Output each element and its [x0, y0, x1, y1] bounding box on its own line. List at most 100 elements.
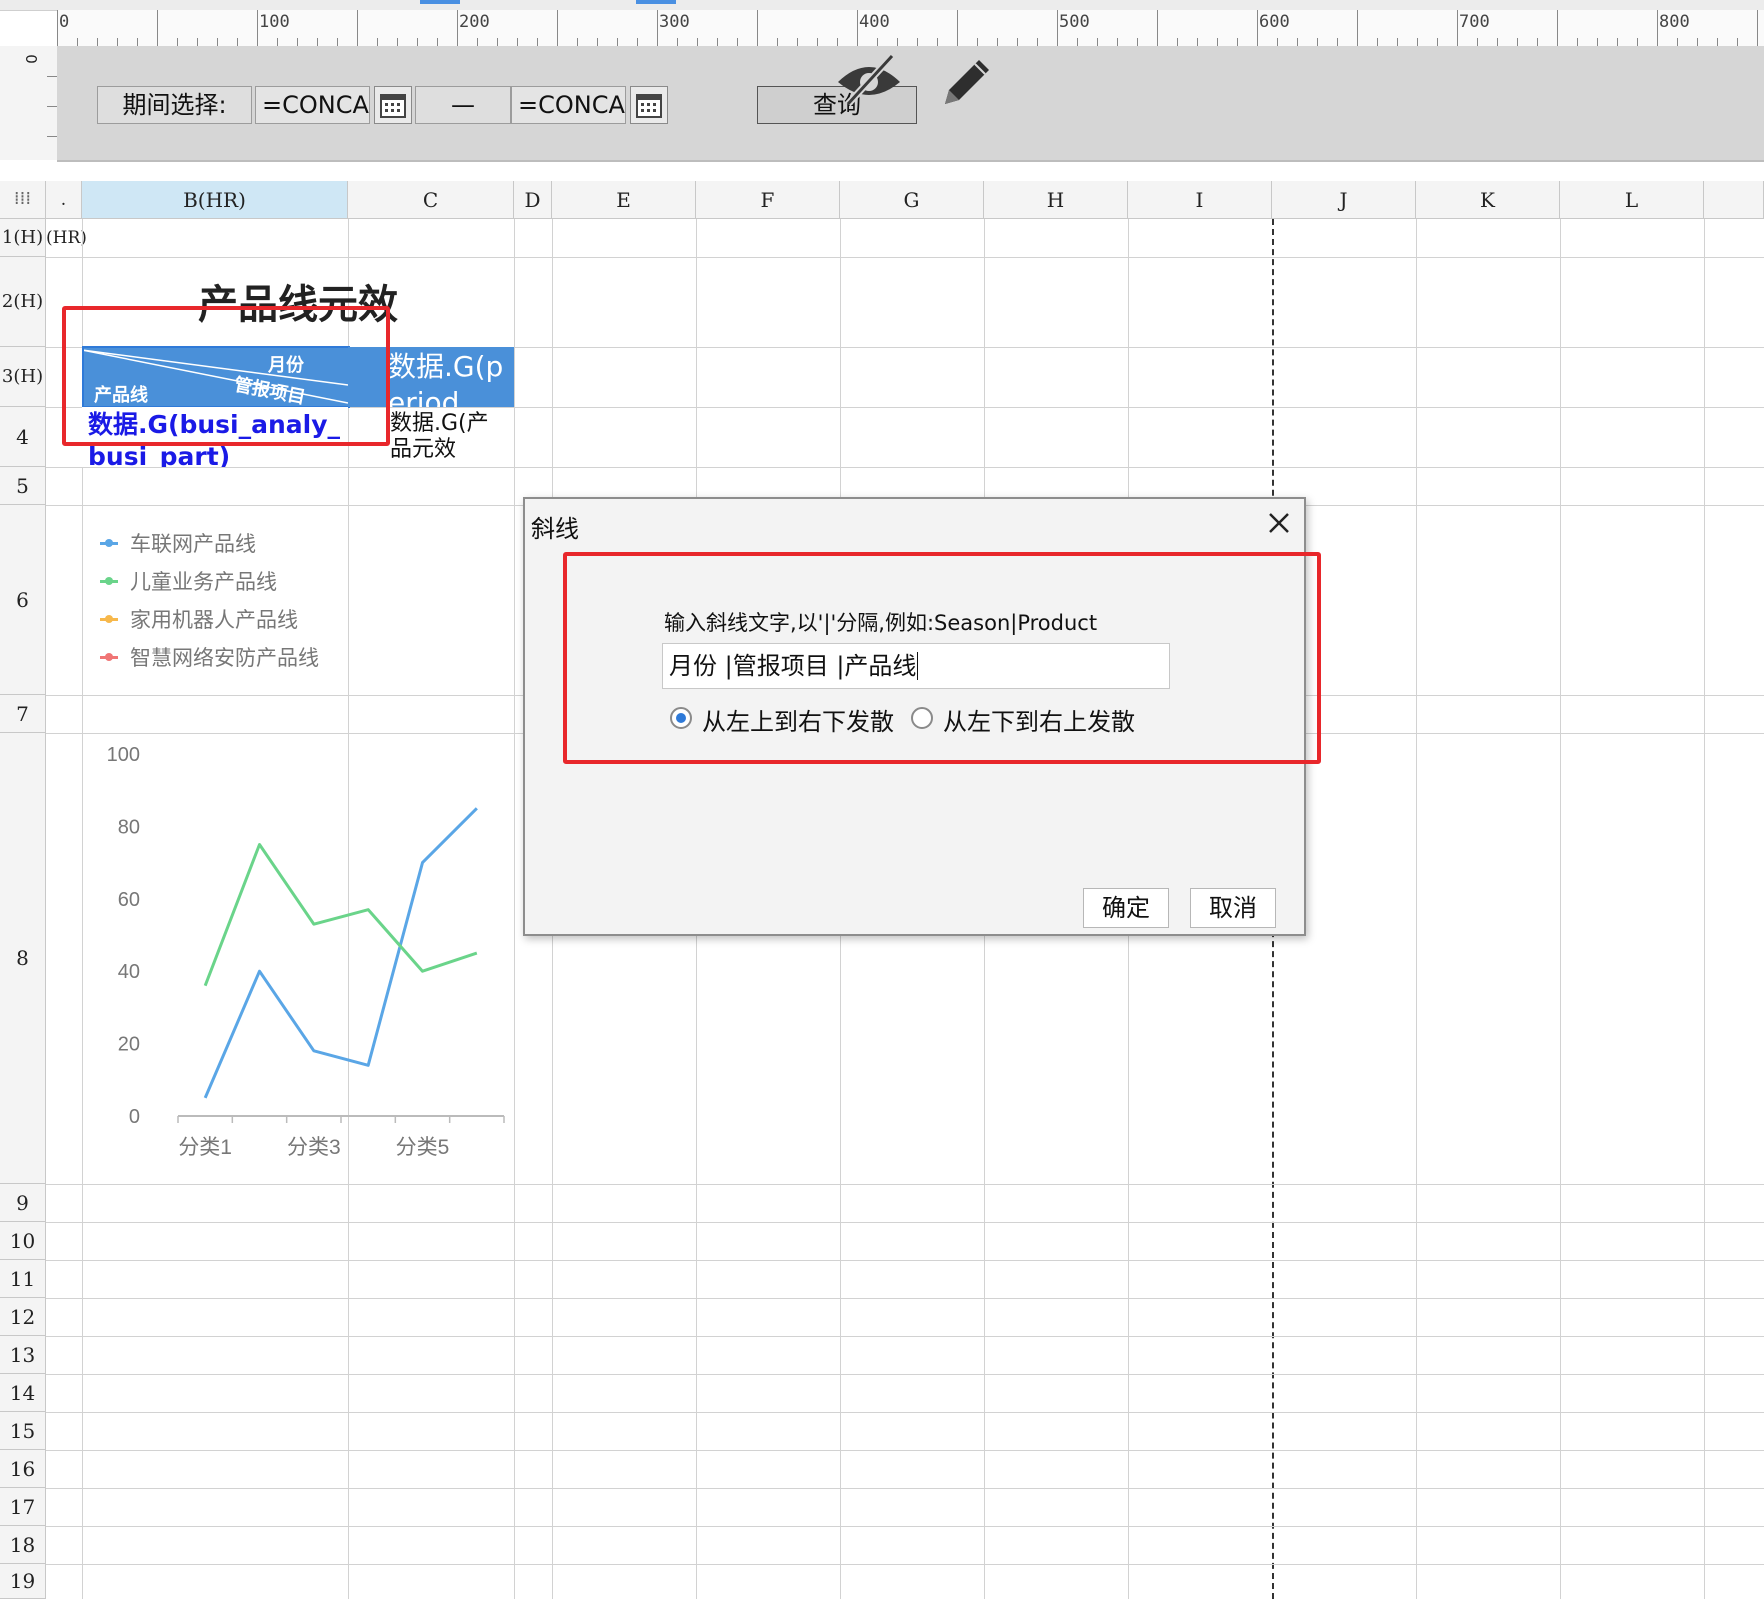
row-header[interactable]: 1(H)	[0, 219, 46, 257]
parameter-panel: 期间选择: =CONCA — =CONCA 查询	[57, 46, 1764, 162]
ruler-tick	[817, 38, 818, 46]
ruler-tick	[1297, 38, 1298, 46]
date-separator: —	[415, 86, 511, 124]
period-label: 期间选择:	[97, 86, 252, 124]
ruler-tick	[757, 10, 758, 46]
ruler-tick	[657, 10, 658, 46]
column-header[interactable]: D	[514, 181, 552, 219]
ruler-tick	[477, 38, 478, 46]
column-header[interactable]: G	[840, 181, 984, 219]
row-header[interactable]: 5	[0, 467, 46, 505]
row-header[interactable]: 11	[0, 1260, 46, 1298]
ruler-tick	[897, 38, 898, 46]
legend-label: 儿童业务产品线	[130, 570, 277, 594]
ruler-tick	[1717, 38, 1718, 46]
row-header[interactable]: 16	[0, 1450, 46, 1488]
ok-button[interactable]: 确定	[1083, 888, 1169, 928]
x-tick-label: 分类5	[396, 1136, 450, 1159]
row-header[interactable]: 14	[0, 1374, 46, 1412]
column-header[interactable]: F	[696, 181, 840, 219]
ruler-tick	[337, 38, 338, 46]
ruler-tick	[1357, 10, 1358, 46]
row-header[interactable]: 19	[0, 1564, 46, 1599]
ruler-tick	[1157, 10, 1158, 46]
ruler-tick	[317, 38, 318, 46]
row-header[interactable]: 9	[0, 1184, 46, 1222]
ruler-tick	[1457, 10, 1458, 46]
x-tick-label: 分类1	[178, 1136, 232, 1159]
ruler-label: 500	[1059, 12, 1090, 32]
column-header[interactable]: K	[1416, 181, 1560, 219]
column-header[interactable]: I	[1128, 181, 1272, 219]
ruler-tick	[437, 38, 438, 46]
row-header[interactable]: 13	[0, 1336, 46, 1374]
ruler-tick	[1637, 38, 1638, 46]
row-header[interactable]: 7	[0, 695, 46, 733]
column-header[interactable]: E	[552, 181, 696, 219]
ruler-tick	[1277, 38, 1278, 46]
legend-marker	[100, 576, 118, 585]
hidden-eye-icon[interactable]	[834, 52, 904, 112]
column-header[interactable]: H	[984, 181, 1128, 219]
ruler-tick	[157, 10, 158, 46]
row-header[interactable]: 4	[0, 407, 46, 467]
ruler-label: 0	[21, 54, 40, 64]
ruler-tick	[1477, 38, 1478, 46]
ruler-tick	[397, 38, 398, 46]
ruler-tick	[977, 38, 978, 46]
ruler-tick	[1657, 10, 1658, 46]
ruler-tick	[1077, 38, 1078, 46]
pencil-icon[interactable]	[935, 50, 999, 118]
calendar-icon[interactable]	[374, 86, 412, 124]
ruler-tick	[1677, 38, 1678, 46]
column-header[interactable]: C	[348, 181, 514, 219]
ruler-tick	[537, 38, 538, 46]
select-all-corner[interactable]: ⁞⁞⁞	[0, 181, 46, 219]
calendar-icon[interactable]	[630, 86, 668, 124]
column-header[interactable]	[1704, 181, 1764, 219]
row-header[interactable]: 12	[0, 1298, 46, 1336]
legend-marker	[100, 614, 118, 623]
line-chart: 0 20 40 60 80 100 分类1 分类3 分类5	[107, 744, 505, 1159]
column-header[interactable]: J	[1272, 181, 1416, 219]
end-date-input[interactable]: =CONCA	[511, 86, 626, 124]
ruler-label: 400	[859, 12, 890, 32]
ruler-tick	[877, 38, 878, 46]
row-header[interactable]: 8	[0, 733, 46, 1184]
row-header[interactable]: 6	[0, 505, 46, 695]
chart-legend: 车联网产品线 儿童业务产品线 家用机器人产品线 智慧网络安防产品线	[100, 524, 340, 676]
column-header[interactable]: .(HR)	[46, 181, 87, 248]
ruler-label: 700	[1459, 12, 1490, 32]
row-header[interactable]: 10	[0, 1222, 46, 1260]
ruler-tick	[1177, 38, 1178, 46]
row-header[interactable]: 2(H)	[0, 257, 46, 347]
ruler-tick	[1017, 38, 1018, 46]
close-icon[interactable]	[1259, 503, 1299, 543]
ruler-tick	[1217, 38, 1218, 46]
highlight-box	[563, 552, 1321, 764]
series-line	[203, 807, 478, 1099]
ruler-tick	[197, 38, 198, 46]
start-date-input[interactable]: =CONCA	[255, 86, 370, 124]
ruler-tick	[1137, 38, 1138, 46]
ruler-tick	[97, 38, 98, 46]
ruler-tick	[1617, 38, 1618, 46]
toolbar-tab-indicator	[420, 0, 460, 4]
row-header[interactable]: 3(H)	[0, 347, 46, 407]
row-header[interactable]: 15	[0, 1412, 46, 1450]
ruler-tick	[1597, 38, 1598, 46]
ruler-tick	[1057, 10, 1058, 46]
ruler-tick	[1197, 38, 1198, 46]
ruler-tick	[1097, 38, 1098, 46]
cancel-button[interactable]: 取消	[1190, 888, 1276, 928]
ruler-tick	[737, 38, 738, 46]
row-header[interactable]: 17	[0, 1488, 46, 1526]
ruler-tick	[937, 38, 938, 46]
ruler-tick	[237, 38, 238, 46]
column-header[interactable]: L	[1560, 181, 1704, 219]
ruler-tick	[1557, 10, 1558, 46]
row-header[interactable]: 18	[0, 1526, 46, 1564]
ruler-label: 100	[259, 12, 290, 32]
ruler-tick	[1497, 38, 1498, 46]
column-header[interactable]: B(HR)	[82, 181, 348, 219]
